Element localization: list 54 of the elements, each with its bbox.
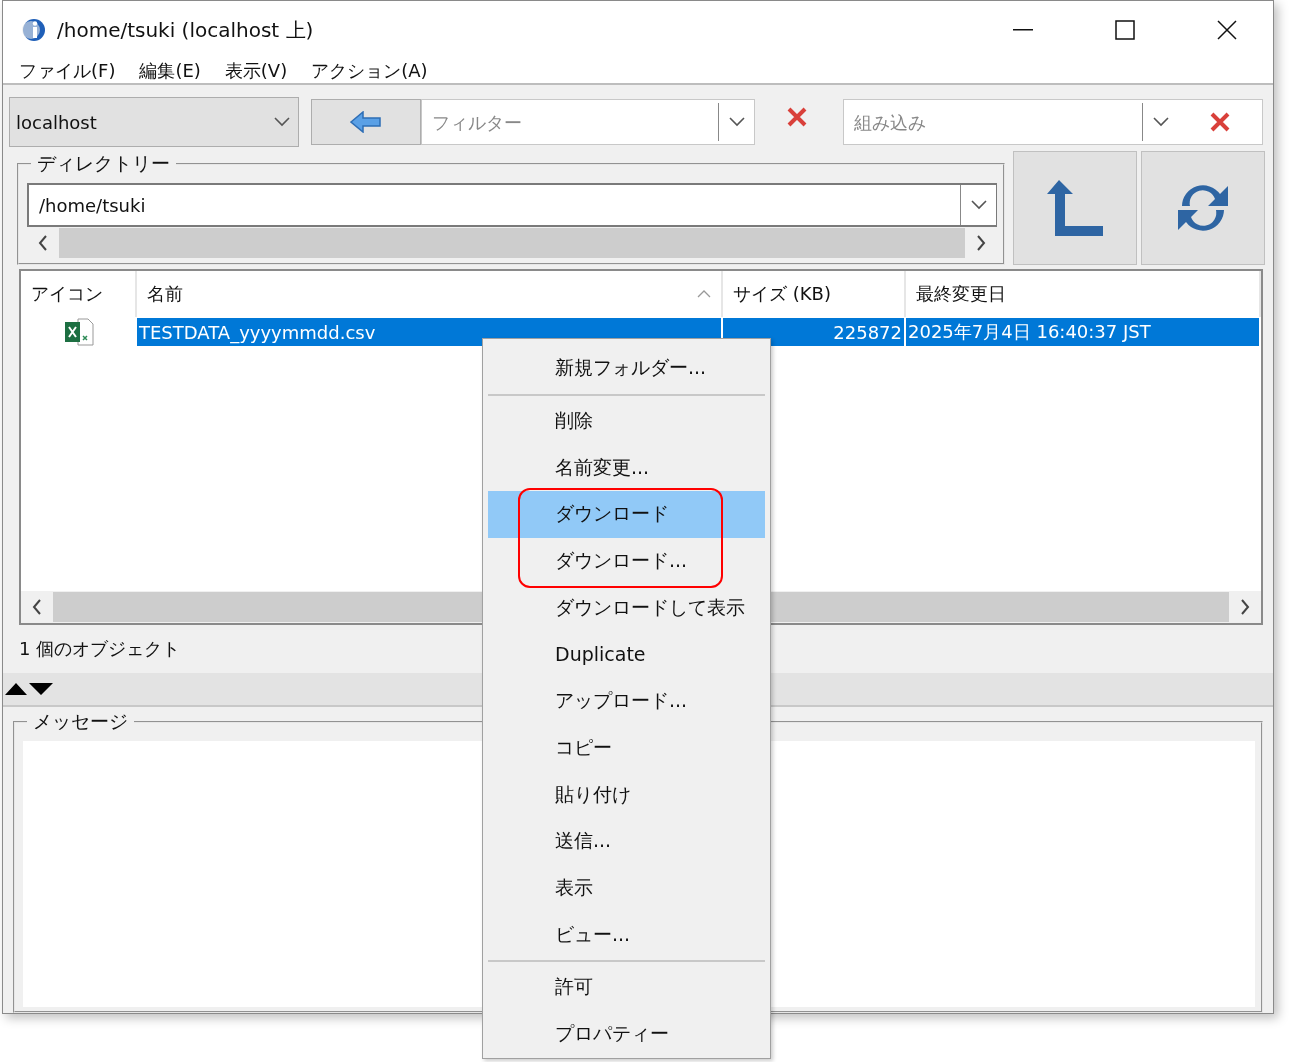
menu-item[interactable]: 編集(E) [127,59,213,83]
context-menu-item[interactable]: 削除 [488,397,765,445]
context-menu-item[interactable]: ダウンロード... [488,537,765,585]
context-menu-item[interactable]: 表示 [488,864,765,912]
context-menu-item[interactable]: ダウンロードして表示 [488,584,765,632]
parent-folder-button[interactable] [1013,151,1137,265]
context-menu-item[interactable]: コピー [488,724,765,772]
refresh-button[interactable] [1141,151,1265,265]
menu-item[interactable]: 表示(V) [212,59,300,83]
up-arrow-icon [1045,180,1105,236]
context-menu-item[interactable]: プロパティー [488,1010,765,1058]
context-menu-item[interactable]: ビュー... [488,911,765,958]
date-cell: 2025年7月4日 16:40:37 JST [906,318,1261,346]
context-menu-item[interactable]: 送信... [488,817,765,865]
size-cell: 225872 [723,318,906,346]
context-menu-item[interactable]: 許可 [488,963,765,1011]
dropdown-chevron-icon [274,117,290,127]
right-chevron-icon [1240,599,1250,615]
left-chevron-icon [38,235,48,251]
right-chevron-icon [976,235,986,251]
close-icon [1217,20,1237,40]
path-dropdown[interactable]: /home/tsuki [27,183,997,227]
status-text: 1 個のオブジェクト [19,637,181,661]
spreadsheet-file-icon [64,318,94,346]
context-menu-item[interactable]: 名前変更... [488,444,765,492]
host-dropdown[interactable]: localhost [9,97,299,147]
menu-item[interactable]: アクション(A) [299,59,440,83]
dropdown-chevron-icon [970,200,987,210]
preset-input[interactable]: 組み込み [844,110,1142,134]
context-menu-item[interactable]: 新規フォルダー... [488,345,765,392]
dropdown-chevron-icon [728,117,745,127]
minimize-icon [1013,29,1033,31]
app-logo-icon [21,17,47,43]
group-label: メッセージ [32,709,129,734]
sort-caret-icon [697,290,711,298]
back-button[interactable] [311,99,421,145]
context-menu-item[interactable]: Duplicate [488,631,765,678]
left-chevron-icon [32,599,42,615]
window-title: /home/tsuki (localhost 上) [57,16,315,44]
filter-input[interactable]: フィルター [422,110,718,134]
filter-field[interactable]: フィルター [421,99,755,145]
maximize-icon [1115,20,1135,40]
dropdown-chevron-icon [1152,117,1169,127]
path-input[interactable]: /home/tsuki [29,193,960,217]
left-arrow-icon [350,111,382,133]
context-menu-item[interactable]: ダウンロード [488,491,765,538]
collapse-expand-icon[interactable] [5,682,53,696]
clear-icon [1209,111,1231,133]
clear-icon [786,106,808,128]
preset-field[interactable]: 組み込み [843,99,1263,145]
menu-item[interactable]: ファイル(F) [7,59,128,83]
context-menu-item[interactable]: 貼り付け [488,771,765,818]
group-label: ディレクトリー [36,151,171,176]
context-menu-item[interactable]: アップロード... [488,677,765,725]
